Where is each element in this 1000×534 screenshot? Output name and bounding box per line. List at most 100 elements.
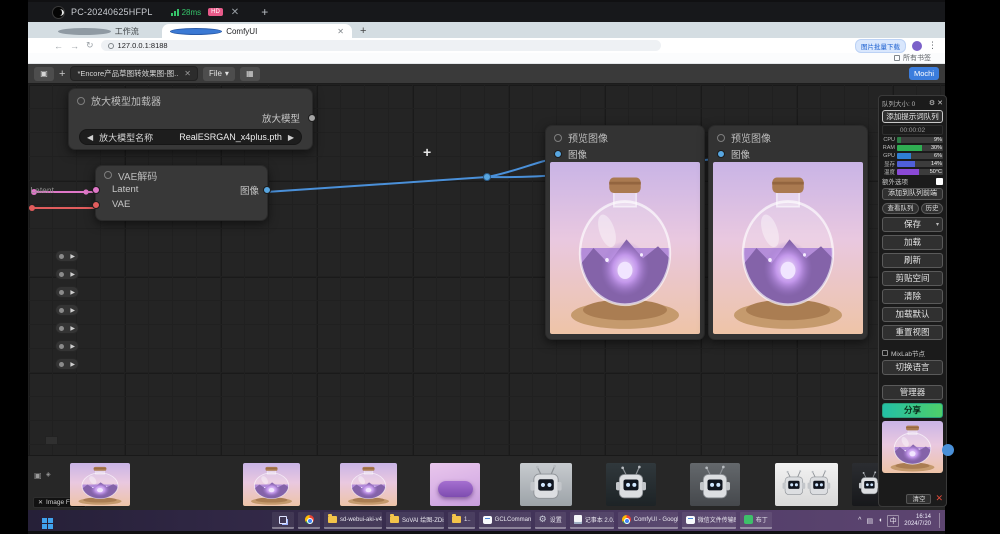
collapsed-node[interactable]: ▶ <box>55 304 79 316</box>
back-icon[interactable]: ← <box>54 41 63 51</box>
collapsed-node[interactable]: ▶ <box>55 250 79 262</box>
feed-thumbnail-robot[interactable] <box>606 463 656 506</box>
workflows-menu-button[interactable]: ▣ <box>34 67 54 81</box>
collapsed-node[interactable]: ▶ <box>55 340 79 352</box>
latest-preview-thumbnail[interactable] <box>882 421 943 473</box>
hd-quality-badge[interactable]: HD <box>208 8 223 16</box>
taskbar-window[interactable]: GCLCommands <box>479 512 531 529</box>
collapsed-node[interactable]: ▶ <box>55 322 79 334</box>
feed-thumbnail-bottle[interactable] <box>70 463 130 506</box>
taskbar-window[interactable]: ⚙设置 <box>535 512 566 529</box>
view-queue-button[interactable]: 查看队列 <box>882 203 919 214</box>
mochi-button[interactable]: Mochi <box>909 67 939 80</box>
taskbar-clock[interactable]: 16:14 2024/7/20 <box>904 514 931 528</box>
load-default-button[interactable]: 加载默认 <box>882 307 943 322</box>
latent-input-slot-icon[interactable] <box>92 186 100 194</box>
taskbar-window[interactable]: 微信文件传输助手 <box>682 512 736 529</box>
expand-arrow-icon[interactable]: ▶ <box>70 289 75 296</box>
taskbar-window[interactable]: SoVAI 绘图-ZDisk(T:.. <box>386 512 444 529</box>
taskbar-window[interactable]: 布丁 <box>740 512 772 529</box>
show-desktop-button[interactable] <box>939 513 942 528</box>
address-bar[interactable]: 127.0.0.1:8188 <box>101 40 661 51</box>
node-upscale-model-loader[interactable]: 放大模型加载器 放大模型 ◀ 放大模型名称 RealESRGAN_x4plus.… <box>68 88 313 150</box>
close-feed-icon[interactable]: ✕ <box>935 493 943 504</box>
browser-tab-2-active[interactable]: ComfyUI ✕ <box>162 24 352 38</box>
upscale-model-name-widget[interactable]: ◀ 放大模型名称 RealESRGAN_x4plus.pth ▶ <box>79 129 302 145</box>
volume-tray-icon[interactable]: ◖ <box>878 517 882 524</box>
feed-thumbnail-robot[interactable] <box>690 463 740 506</box>
extra-options-checkbox[interactable] <box>936 178 943 185</box>
expand-arrow-icon[interactable]: ▶ <box>70 271 75 278</box>
collapsed-node[interactable]: ▶ <box>55 286 79 298</box>
layout-grid-button[interactable]: ▦ <box>240 67 260 81</box>
feed-toggle-icon[interactable]: ◈ <box>46 471 51 478</box>
vae-input-slot-icon[interactable] <box>92 201 100 209</box>
feed-thumbnail-sofa[interactable] <box>430 463 480 506</box>
feed-thumbnail-bottle[interactable] <box>243 463 300 506</box>
expand-arrow-icon[interactable]: ▶ <box>70 361 75 368</box>
taskbar-window[interactable]: 1.. <box>448 512 475 529</box>
forward-icon[interactable]: → <box>70 41 79 51</box>
image-output-slot-icon[interactable] <box>263 186 271 194</box>
workflow-close-icon[interactable]: ✕ <box>184 69 191 78</box>
collapse-dot-icon[interactable] <box>77 97 85 105</box>
start-button[interactable] <box>42 518 47 523</box>
panel-drag-handle[interactable] <box>942 444 954 456</box>
manager-button[interactable]: 管理器 <box>882 385 943 400</box>
view-history-button[interactable]: 历史 <box>921 203 943 214</box>
refresh-button[interactable]: 刷新 <box>882 253 943 268</box>
new-browser-tab-button[interactable]: + <box>360 25 366 37</box>
reload-icon[interactable]: ↻ <box>86 40 94 51</box>
clear-button[interactable]: 清除 <box>882 289 943 304</box>
taskbar-window[interactable]: ComfyUI - Google Chro.. <box>618 512 678 529</box>
settings-gear-icon[interactable]: ⚙ <box>929 99 935 107</box>
mixlab-checkbox[interactable] <box>882 350 888 356</box>
reset-view-button[interactable]: 重置视图 <box>882 325 943 340</box>
prev-arrow-icon[interactable]: ◀ <box>87 133 93 142</box>
profile-avatar[interactable] <box>912 41 922 51</box>
node-vae-decode[interactable]: VAE解码 Latent 图像 VAE <box>95 165 268 221</box>
close-session-icon[interactable]: ✕ <box>231 7 239 18</box>
mixlab-nodes-row[interactable]: MixLab节点 <box>882 348 943 358</box>
file-menu-button[interactable]: File ▾ <box>203 67 235 81</box>
panel-close-icon[interactable]: ✕ <box>937 99 943 107</box>
tray-expand-icon[interactable]: ^ <box>858 517 861 524</box>
display-tray-icon[interactable]: ▤ <box>866 517 873 525</box>
collapsed-node[interactable]: ▶ <box>55 268 79 280</box>
expand-arrow-icon[interactable]: ▶ <box>70 325 75 332</box>
output-slot-icon[interactable] <box>308 114 316 122</box>
collapse-dot-icon[interactable] <box>717 134 725 142</box>
expand-arrow-icon[interactable]: ▶ <box>70 343 75 350</box>
extension-pill-button[interactable]: 图片批量下载 <box>855 39 906 53</box>
collapse-dot-icon[interactable] <box>104 171 112 179</box>
node-canvas[interactable]: Latent 放大模型加载器 放大模型 ◀ 放大模型名称 RealESRGAN_… <box>28 84 945 455</box>
save-button[interactable]: 保存▾ <box>882 217 943 232</box>
all-bookmarks-label[interactable]: 所有书签 <box>903 53 931 63</box>
switch-language-button[interactable]: 切换语言 <box>882 360 943 375</box>
taskbar-window[interactable]: 记事本 2.0.1 <box>570 512 614 529</box>
image-input-slot-icon[interactable] <box>554 150 562 158</box>
image-input-slot-icon[interactable] <box>717 150 725 158</box>
clear-feed-button[interactable]: 清空 <box>906 494 931 504</box>
tab-close-icon[interactable]: ✕ <box>337 27 344 36</box>
queue-front-button[interactable]: 添加到队列前端 <box>882 188 943 200</box>
feed-thumbnail-robot-pair[interactable] <box>775 463 838 506</box>
load-button[interactable]: 加载 <box>882 235 943 250</box>
new-session-tab-button[interactable]: + <box>261 5 268 19</box>
feed-thumbnail-robot[interactable] <box>520 463 572 506</box>
chrome-taskbar-button[interactable] <box>298 512 320 529</box>
next-arrow-icon[interactable]: ▶ <box>288 133 294 142</box>
share-button[interactable]: 分享 <box>882 403 943 418</box>
feed-settings-icon[interactable]: ▣ <box>34 471 42 480</box>
browser-menu-icon[interactable]: ⋮ <box>928 40 937 51</box>
clipspace-button[interactable]: 剪贴空间 <box>882 271 943 286</box>
queue-prompt-button[interactable]: 添加提示词队列 <box>882 110 943 123</box>
node-preview-image-2[interactable]: 预览图像 图像 <box>708 125 868 340</box>
workflow-tab[interactable]: *Encore产品草图转效果图-图.. ✕ <box>70 66 198 81</box>
chevron-down-icon[interactable]: ▾ <box>936 219 939 232</box>
browser-tab-1[interactable]: 工作流 <box>50 24 162 38</box>
expand-arrow-icon[interactable]: ▶ <box>70 307 75 314</box>
task-view-button[interactable] <box>272 512 294 529</box>
site-info-icon[interactable] <box>108 43 114 49</box>
new-workflow-button[interactable]: + <box>59 68 65 80</box>
